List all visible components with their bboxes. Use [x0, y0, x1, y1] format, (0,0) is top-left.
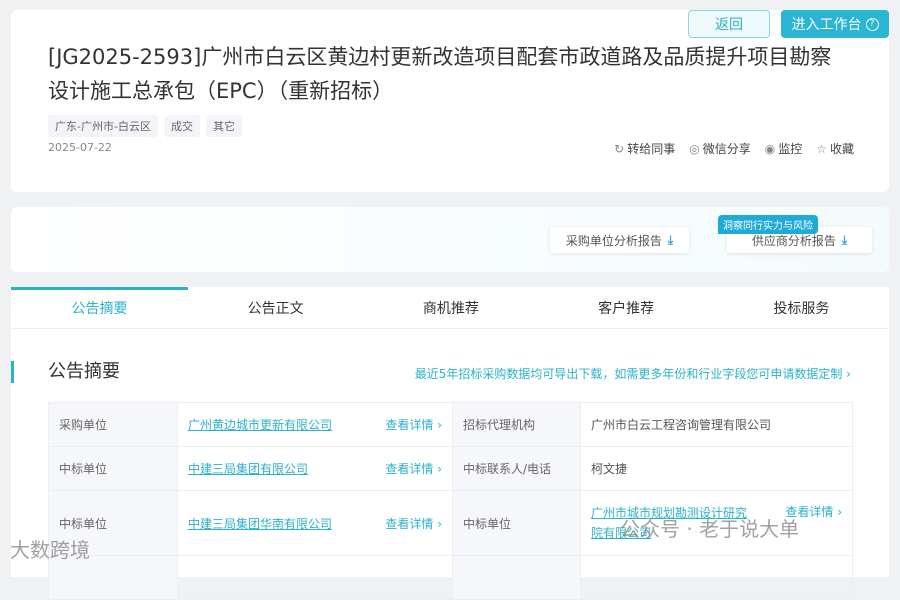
view-details-link[interactable]: 查看详情 › [385, 460, 442, 477]
winner-link[interactable]: 中建三局集团华南有限公司 [188, 517, 332, 531]
region-tag[interactable]: 广东-广州市-白云区 [48, 115, 158, 137]
row-label: 中标联系人/电话 [452, 446, 581, 491]
page-title: [JG2025-2593]广州市白云区黄边村更新改造项目配套市政道路及品质提升项… [48, 45, 832, 103]
tag-list: 广东-广州市-白云区 成交 其它 [48, 115, 242, 137]
favorite-label: 收藏 [829, 142, 854, 156]
type-tag[interactable]: 其它 [205, 115, 242, 137]
row-label: 招标代理机构 [452, 402, 581, 447]
favorite-button[interactable]: ☆ 收藏 [816, 140, 854, 157]
wechat-share-button[interactable]: ◎ 微信分享 [689, 140, 751, 157]
back-button[interactable]: 返回 [688, 10, 770, 38]
help-icon[interactable]: ? [865, 17, 879, 31]
header-card: 返回 进入工作台? [JG2025-2593]广州市白云区黄边村更新改造项目配套… [11, 10, 889, 192]
view-details-link[interactable]: 查看详情 › [385, 416, 442, 433]
row-value: 柯文捷 [580, 446, 853, 491]
tab-bidding-service[interactable]: 投标服务 [713, 287, 889, 328]
row-label: 采购单位 [48, 402, 178, 447]
status-tag[interactable]: 成交 [163, 115, 200, 137]
watermark-left: 大数跨境 [10, 538, 90, 562]
row-label: 中标单位 [48, 446, 178, 491]
row-value: 广州市白云工程咨询管理有限公司 [580, 402, 853, 447]
star-icon: ☆ [816, 142, 827, 156]
forward-icon: ↻ [614, 142, 625, 156]
monitor-label: 监控 [778, 142, 803, 156]
download-icon: ⤓ [667, 232, 674, 247]
table-row: 采购单位 广州黄边城市更新有限公司 查看详情 › 招标代理机构 广州市白云工程咨询… [48, 402, 853, 447]
download-icon: ⤓ [841, 232, 848, 247]
summary-table: 采购单位 广州黄边城市更新有限公司 查看详情 › 招标代理机构 广州市白云工程咨询… [48, 402, 853, 600]
buyer-link[interactable]: 广州黄边城市更新有限公司 [188, 418, 332, 432]
forward-button[interactable]: ↻ 转给同事 [614, 140, 675, 157]
tab-bar: 公告摘要 公告正文 商机推荐 客户推荐 投标服务 [11, 287, 889, 329]
buyer-report-label: 采购单位分析报告 [565, 233, 662, 248]
tab-body[interactable]: 公告正文 [188, 287, 364, 328]
tab-opportunities[interactable]: 商机推荐 [363, 287, 539, 328]
view-details-link[interactable]: 查看详情 › [385, 515, 442, 532]
buyer-report-button[interactable]: 采购单位分析报告 ⤓ [550, 227, 689, 253]
export-data-link[interactable]: 最近5年招标采购数据均可导出下载，如需更多年份和行业字段您可申请数据定制 › [415, 365, 851, 382]
workbench-button[interactable]: 进入工作台? [781, 10, 889, 38]
report-card: 采购单位分析报告 ⤓ 供应商分析报告 ⤓ 洞察同行实力与风险 [11, 207, 889, 272]
wechat-share-label: 微信分享 [702, 142, 751, 156]
action-bar: ↻ 转给同事 ◎ 微信分享 ◉ 监控 ☆ 收藏 [614, 140, 854, 157]
publish-date: 2025-07-22 [48, 141, 112, 154]
winner-link[interactable]: 中建三局集团有限公司 [188, 462, 308, 476]
forward-label: 转给同事 [627, 142, 676, 156]
section-heading: 公告摘要 [11, 361, 120, 383]
watermark-right: 公众号 · 老于说大单 [620, 517, 800, 541]
wechat-icon: ◎ [689, 142, 700, 156]
row-label: 中标单位 [452, 490, 581, 556]
tab-customers[interactable]: 客户推荐 [538, 287, 714, 328]
table-row: 中标单位 中建三局集团有限公司 查看详情 › 中标联系人/电话 柯文捷 [48, 446, 853, 491]
workbench-label: 进入工作台 [791, 17, 862, 33]
insight-badge: 洞察同行实力与风险 [718, 215, 818, 234]
tab-summary[interactable]: 公告摘要 [11, 287, 188, 328]
monitor-icon: ◉ [764, 142, 776, 156]
supplier-report-label: 供应商分析报告 [751, 233, 836, 248]
monitor-button[interactable]: ◉ 监控 [765, 140, 803, 157]
table-row [48, 555, 853, 600]
